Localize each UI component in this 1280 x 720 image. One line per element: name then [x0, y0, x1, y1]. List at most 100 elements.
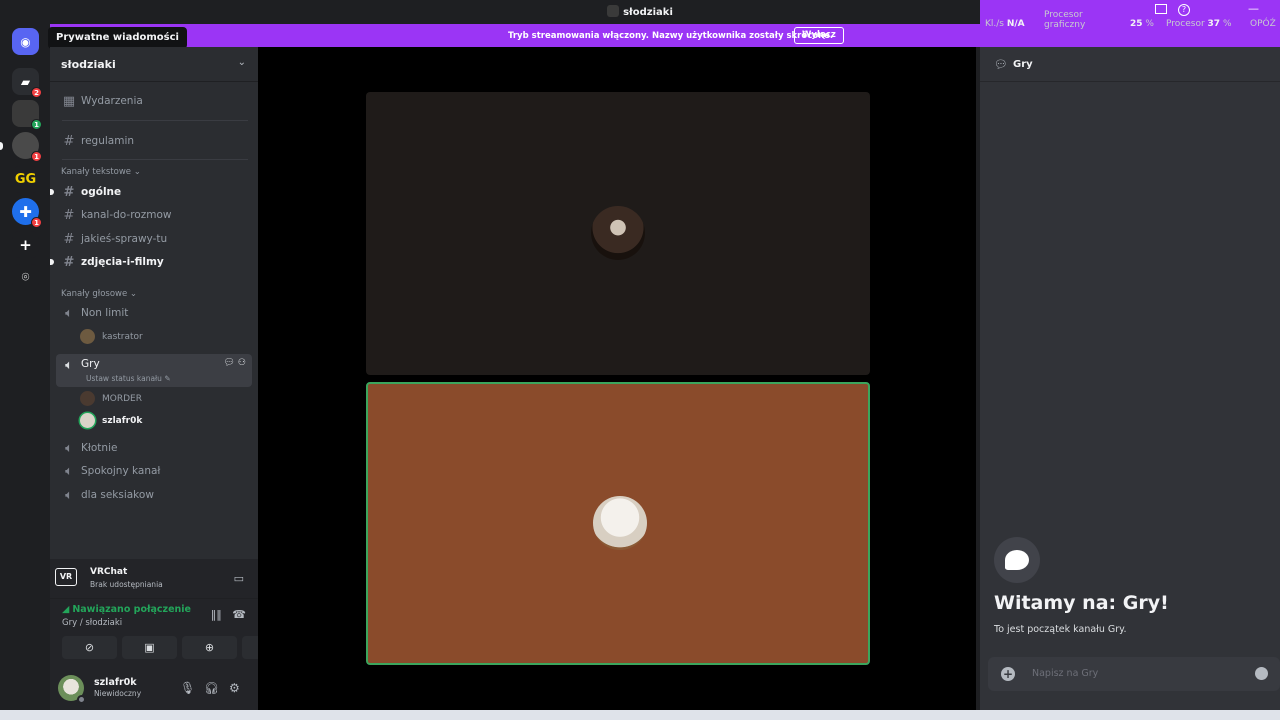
activity-status: Brak udostępniania — [90, 580, 163, 589]
voice-channel-klotnie[interactable]: 🔈︎ Kłotnie — [56, 438, 252, 458]
speaker-icon: 🔈︎ — [65, 440, 73, 456]
chat-header: 💬︎ Gry — [980, 47, 1280, 82]
video-tile-morder[interactable] — [366, 92, 870, 375]
server-icon — [607, 5, 620, 17]
server-icon-5[interactable]: ✚ 1 — [12, 198, 42, 228]
gpu-metric-value: 25 % — [1130, 19, 1154, 29]
activity-name: VRChat — [90, 567, 128, 577]
dm-tooltip: Prywatne wiadomości — [48, 27, 187, 49]
guild-header[interactable]: słodziaki ⌄ — [50, 47, 258, 82]
gpu-metric-label: Procesor graficzny — [1044, 10, 1086, 30]
add-attachment-icon[interactable]: + — [1001, 667, 1015, 681]
gamepad-icon: ⊕ — [204, 641, 215, 654]
emoji-icon[interactable] — [1255, 667, 1268, 680]
speaker-icon: 🔈︎ — [65, 358, 73, 373]
kbs-metric: Kl./s N/A — [985, 19, 1025, 29]
server-icon-gg[interactable]: GG — [12, 166, 39, 193]
voice-category[interactable]: Kanały głosowe ⌄ — [61, 289, 137, 299]
connection-status: ◢ Nawiązano połączenie — [62, 604, 191, 615]
message-composer[interactable]: + Napisz na Gry — [988, 657, 1280, 691]
camera-off-icon: ⊘ — [84, 641, 95, 654]
voice-stage — [258, 47, 976, 710]
status-indicator — [77, 695, 86, 704]
welcome-subtitle: To jest początek kanału Gry. — [994, 624, 1127, 635]
divider — [62, 159, 248, 160]
activity-panel: VR VRChat Brak udostępniania ▭ — [50, 559, 258, 599]
direct-messages-button[interactable]: ◉ — [12, 28, 39, 55]
channel-ogolne[interactable]: # ogólne — [50, 182, 252, 202]
chat-bubble-icon: 💬︎ — [994, 58, 1008, 71]
banner-text: Tryb streamowania włączony. Nazwy użytko… — [508, 31, 834, 41]
avatar — [593, 496, 647, 550]
inbox-icon[interactable] — [1155, 4, 1167, 14]
server-icon-2[interactable]: 1 — [12, 100, 42, 130]
server-icon-3[interactable]: 1 — [0, 132, 42, 162]
disable-streamer-mode-button[interactable]: Wyłącz — [794, 27, 844, 44]
voice-channel-gry[interactable]: 🔈︎ Gry Ustaw status kanału ✎ 💬︎ ⚇ — [56, 354, 252, 387]
speaker-icon: 🔈︎ — [65, 305, 73, 321]
add-icon: + — [19, 235, 32, 254]
channel-kanal-do-rozmow[interactable]: # kanal-do-rozmow — [56, 205, 252, 225]
divider — [62, 120, 248, 121]
welcome-title: Witamy na: Gry! — [994, 592, 1169, 614]
voice-channel-dla-seksiakow[interactable]: 🔈︎ dla seksiakow — [56, 485, 252, 505]
voice-connection-panel: ◢ Nawiązano połączenie Gry / słodziaki ‖‖… — [50, 599, 297, 669]
camera-button[interactable]: ⊘ — [62, 636, 117, 659]
connection-location[interactable]: Gry / słodziaki — [62, 618, 122, 628]
streamer-mode-banner: Tryb streamowania włączony. Nazwy użytko… — [50, 24, 980, 47]
server-rail: ◉ ▰ 2 1 1 GG ✚ 1 + ⌾ — [0, 24, 50, 710]
avatar — [80, 329, 95, 344]
signal-icon: ◢ — [62, 604, 70, 615]
user-status: Niewidoczny — [94, 689, 142, 698]
avatar — [80, 413, 95, 428]
voice-user[interactable]: kastrator — [80, 329, 143, 344]
set-channel-status[interactable]: Ustaw status kanału ✎ — [86, 374, 171, 383]
share-screen-icon[interactable]: ▭ — [234, 572, 244, 585]
headphones-icon[interactable]: 🎧︎ — [204, 681, 219, 695]
add-server-button[interactable]: + — [12, 231, 39, 258]
chevron-down-icon: ⌄ — [237, 57, 246, 68]
voice-channel-non-limit[interactable]: 🔈︎ Non limit — [56, 303, 252, 323]
disconnect-icon[interactable]: ☎ — [232, 608, 246, 621]
channel-regulamin[interactable]: # regulamin — [56, 131, 252, 151]
noise-suppression-icon[interactable]: ‖‖ — [211, 608, 222, 621]
hash-icon: # — [63, 184, 75, 200]
guild-name: słodziaki — [61, 58, 116, 71]
hash-icon: # — [63, 231, 75, 247]
message-input[interactable]: Napisz na Gry — [1032, 668, 1098, 679]
hash-icon: # — [63, 207, 75, 223]
microphone-icon[interactable]: 🎙︎ — [180, 681, 195, 695]
hash-icon: # — [63, 133, 75, 149]
gear-icon[interactable]: ⚙ — [229, 681, 240, 695]
speaker-icon: 🔈︎ — [65, 487, 73, 503]
screen-share-button[interactable]: ▣ — [122, 636, 177, 659]
voice-user[interactable]: MORDER — [80, 391, 142, 406]
voice-user-speaking[interactable]: szlafr0k — [80, 413, 142, 428]
username[interactable]: szlafr0k — [94, 677, 137, 688]
minimize-button[interactable]: — — [1248, 2, 1259, 15]
video-tile-szlafr0k-speaking[interactable] — [366, 382, 870, 665]
help-icon[interactable]: ? — [1178, 4, 1190, 16]
channel-jakies-sprawy-tu[interactable]: # jakieś-sprawy-tu — [56, 229, 252, 249]
voice-channel-spokojny[interactable]: 🔈︎ Spokojny kanał — [56, 461, 252, 481]
calendar-icon: ▦ — [62, 93, 76, 109]
channel-zdjecia-i-filmy[interactable]: # zdjęcia-i-filmy — [50, 252, 252, 272]
user-panel: szlafr0k Niewidoczny 🎙︎ 🎧︎ ⚙ — [50, 669, 258, 710]
discover-button[interactable]: ⌾ — [12, 264, 39, 291]
chat-channel-name: Gry — [1013, 59, 1033, 70]
vrchat-logo-icon: VR — [55, 568, 77, 586]
voice-chat-pane: 💬︎ Gry Witamy na: Gry! To jest początek … — [980, 47, 1280, 710]
chat-and-invite-icons[interactable]: 💬︎ ⚇ — [224, 358, 246, 368]
activities-button[interactable]: ⊕ — [182, 636, 237, 659]
avatar — [80, 391, 95, 406]
events-item[interactable]: ▦ Wydarzenia — [56, 91, 252, 111]
chat-bubble-icon — [994, 537, 1040, 583]
os-taskbar — [0, 710, 1280, 720]
cpu-metric: Procesor 37 % — [1166, 19, 1232, 29]
voice-controls: ‖‖ ☎ — [211, 608, 246, 621]
overlay-metrics-bar: Kl./s N/A Procesor graficzny 25 % Proceso… — [980, 0, 1280, 47]
delay-metric: OPÓŹ — [1250, 19, 1276, 29]
plus-cross-icon: ✚ — [19, 202, 32, 221]
server-icon-1[interactable]: ▰ 2 — [12, 68, 42, 98]
text-category[interactable]: Kanały tekstowe ⌄ — [61, 167, 141, 177]
